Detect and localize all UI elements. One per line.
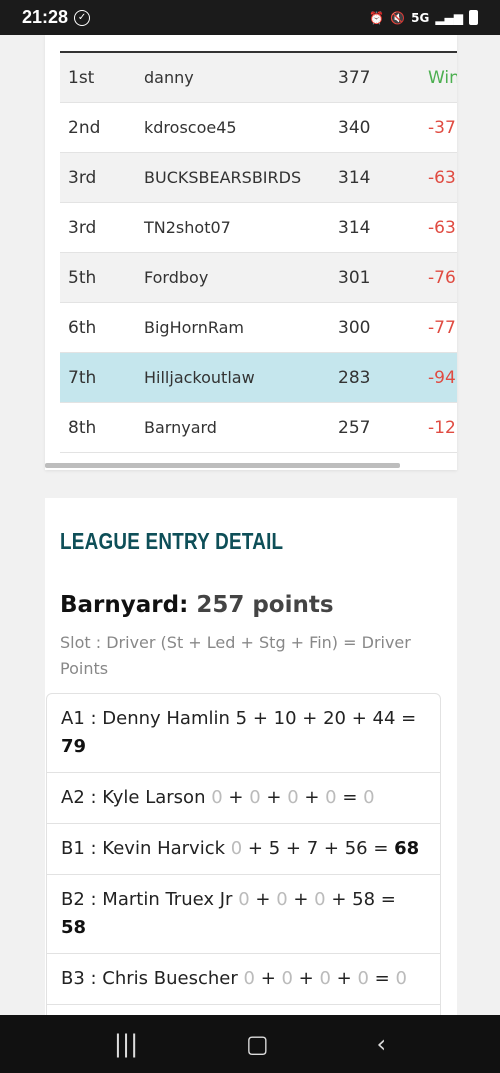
- standings-table: 1st danny 377 Win 2nd kdroscoe45 340 -37 3rd BUCK…: [60, 51, 457, 453]
- st-value: 0: [243, 968, 255, 989]
- standings-row[interactable]: 7th Hilljackoutlaw 283 -94: [60, 353, 457, 403]
- fin-value: 58: [352, 889, 376, 910]
- standings-row[interactable]: 5th Fordboy 301 -76: [60, 253, 457, 303]
- rank: 5th: [68, 267, 97, 288]
- slot-item: A2 : Kyle Larson 0 + 0 + 0 + 0 = 0: [47, 773, 440, 824]
- stg-value: 0: [287, 787, 299, 808]
- st-value: 0: [238, 889, 250, 910]
- points-behind: Win: [428, 67, 457, 88]
- horizontal-scrollbar[interactable]: [45, 463, 400, 468]
- scoring-legend: Slot : Driver (St + Led + Stg + Fin) = D…: [60, 633, 411, 678]
- entry-heading: Barnyard: 257 points: [60, 592, 334, 618]
- status-bar: 21:28 ✓ ⏰ 🔇 5G ▂▄▆: [0, 0, 500, 35]
- check-circle-icon: ✓: [74, 9, 91, 26]
- slot-driver: B1 : Kevin Harvick: [61, 838, 226, 859]
- points: 340: [338, 117, 371, 138]
- slot-list: A1 : Denny Hamlin 5 + 10 + 20 + 44 = 79 A…: [46, 693, 441, 1046]
- total-value: 0: [363, 787, 375, 808]
- slot-item: A1 : Denny Hamlin 5 + 10 + 20 + 44 = 79: [47, 694, 440, 773]
- player-name: Barnyard: [144, 418, 217, 437]
- stg-value: 0: [314, 889, 326, 910]
- stg-value: 20: [323, 708, 346, 729]
- rank: 7th: [68, 367, 97, 388]
- android-nav-bar: ||| ▢ ‹: [0, 1015, 500, 1073]
- led-value: 0: [249, 787, 261, 808]
- player-name: Hilljackoutlaw: [144, 368, 255, 387]
- led-value: 5: [268, 838, 281, 859]
- standings-card: 1st danny 377 Win 2nd kdroscoe45 340 -37 3rd BUCK…: [45, 35, 457, 470]
- points: 257: [338, 417, 371, 438]
- rank: 6th: [68, 317, 97, 338]
- total-value: 58: [61, 917, 87, 938]
- slot-item: B2 : Martin Truex Jr 0 + 0 + 0 + 58 = 58: [47, 875, 440, 954]
- led-value: 0: [281, 968, 293, 989]
- standings-row[interactable]: 1st danny 377 Win: [60, 53, 457, 103]
- slot-driver: A2 : Kyle Larson: [61, 787, 206, 808]
- standings-row[interactable]: 3rd BUCKSBEARSBIRDS 314 -63: [60, 153, 457, 203]
- player-name: BUCKSBEARSBIRDS: [144, 168, 302, 187]
- rank: 8th: [68, 417, 97, 438]
- points: 301: [338, 267, 371, 288]
- points-behind: -12: [428, 417, 456, 438]
- recent-apps-button[interactable]: |||: [114, 1030, 138, 1058]
- section-title: LEAGUE ENTRY DETAIL: [60, 528, 284, 554]
- slot-driver: B2 : Martin Truex Jr: [61, 889, 233, 910]
- battery-icon: [469, 10, 478, 25]
- slot-driver: A1 : Denny Hamlin: [61, 708, 230, 729]
- entry-detail-card: LEAGUE ENTRY DETAIL Barnyard: 257 points…: [45, 498, 457, 1046]
- total-value: 68: [394, 838, 420, 859]
- points-behind: -94: [428, 367, 456, 388]
- led-value: 0: [276, 889, 288, 910]
- entry-points: 257 points: [196, 592, 334, 618]
- standings-row[interactable]: 3rd TN2shot07 314 -63: [60, 203, 457, 253]
- clock: 21:28: [22, 7, 69, 27]
- player-name: danny: [144, 68, 194, 87]
- slot-driver: B3 : Chris Buescher: [61, 968, 238, 989]
- back-button[interactable]: ‹: [376, 1030, 386, 1058]
- points-behind: -63: [428, 217, 456, 238]
- alarm-icon: ⏰: [369, 10, 385, 25]
- mute-icon: 🔇: [390, 10, 406, 25]
- network-label: 5G: [411, 10, 430, 25]
- fin-value: 44: [372, 708, 396, 729]
- points-behind: -37: [428, 117, 456, 138]
- standings-row[interactable]: 6th BigHornRam 300 -77: [60, 303, 457, 353]
- st-value: 0: [230, 838, 243, 859]
- rank: 3rd: [68, 167, 97, 188]
- player-name: BigHornRam: [144, 318, 244, 337]
- slot-item: B1 : Kevin Harvick 0 + 5 + 7 + 56 = 68: [47, 824, 440, 875]
- points: 377: [338, 67, 371, 88]
- fin-value: 56: [344, 838, 368, 859]
- total-value: 79: [61, 736, 87, 757]
- rank: 3rd: [68, 217, 97, 238]
- rank: 2nd: [68, 117, 101, 138]
- stg-value: 0: [319, 968, 331, 989]
- points-behind: -76: [428, 267, 456, 288]
- fin-value: 0: [325, 787, 337, 808]
- points: 283: [338, 367, 371, 388]
- entry-name: Barnyard:: [60, 592, 189, 618]
- player-name: Fordboy: [144, 268, 209, 287]
- fin-value: 0: [357, 968, 369, 989]
- rank: 1st: [68, 67, 95, 88]
- stg-value: 7: [306, 838, 319, 859]
- points: 314: [338, 167, 371, 188]
- player-name: kdroscoe45: [144, 118, 237, 137]
- total-value: 0: [395, 968, 407, 989]
- points-behind: -77: [428, 317, 456, 338]
- points: 300: [338, 317, 371, 338]
- st-value: 5: [235, 708, 248, 729]
- led-value: 10: [273, 708, 297, 729]
- st-value: 0: [211, 787, 223, 808]
- slot-item: B3 : Chris Buescher 0 + 0 + 0 + 0 = 0: [47, 954, 440, 1005]
- points: 314: [338, 217, 371, 238]
- player-name: TN2shot07: [144, 218, 231, 237]
- standings-row[interactable]: 8th Barnyard 257 -12: [60, 403, 457, 453]
- signal-icon: ▂▄▆: [435, 10, 463, 25]
- points-behind: -63: [428, 167, 456, 188]
- standings-row[interactable]: 2nd kdroscoe45 340 -37: [60, 103, 457, 153]
- home-button[interactable]: ▢: [246, 1030, 269, 1058]
